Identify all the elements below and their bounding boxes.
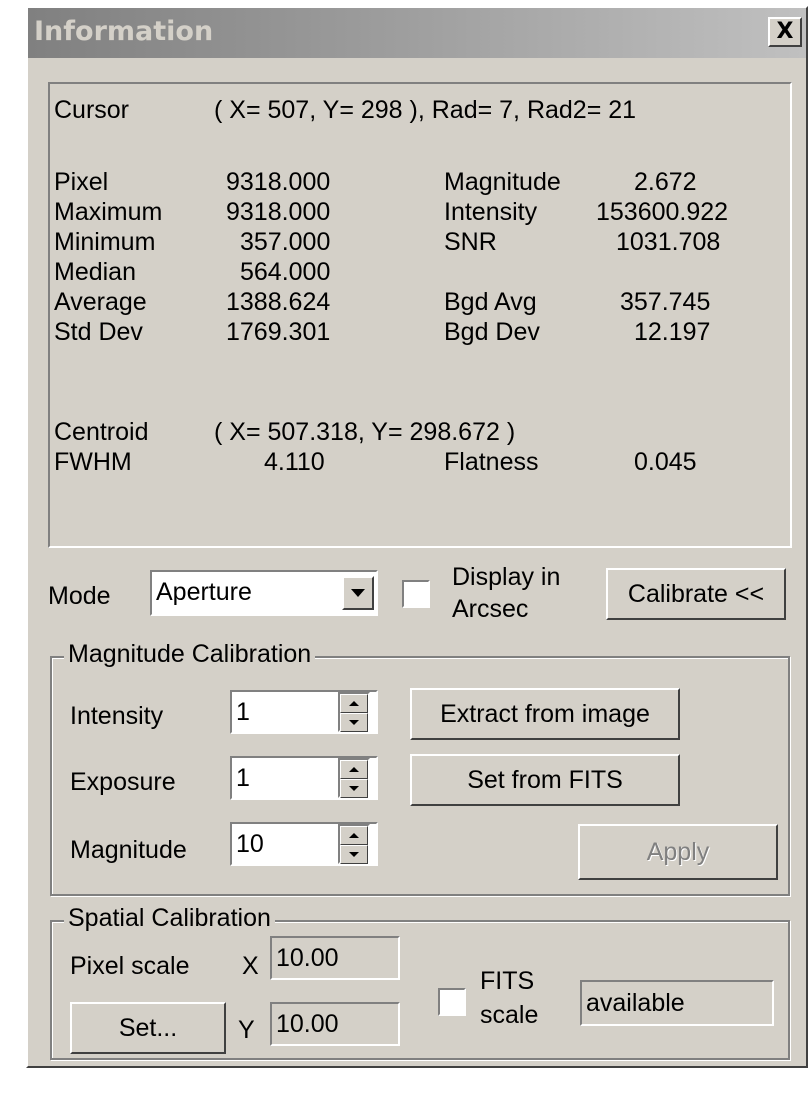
stepper-up-icon[interactable] bbox=[340, 694, 368, 713]
pixel-scale-x-field: 10.00 bbox=[270, 936, 400, 980]
bgd-avg-value: 357.745 bbox=[620, 288, 711, 316]
exposure-label: Exposure bbox=[70, 768, 176, 796]
bgd-dev-value: 12.197 bbox=[634, 318, 711, 346]
mode-select-value: Aperture bbox=[156, 578, 252, 606]
fwhm-value: 4.110 bbox=[264, 448, 325, 476]
intensity-stepper[interactable] bbox=[338, 692, 370, 732]
fits-scale-status: available bbox=[586, 989, 685, 1017]
stepper-down-icon[interactable] bbox=[340, 779, 368, 798]
mode-select[interactable]: Aperture bbox=[150, 570, 378, 616]
magnitude-value: 2.672 bbox=[634, 168, 697, 196]
average-label: Average bbox=[54, 288, 147, 316]
chevron-down-icon[interactable] bbox=[342, 576, 374, 610]
maximum-value: 9318.000 bbox=[226, 198, 331, 226]
magnitude-cal-label: Magnitude bbox=[70, 836, 187, 864]
fits-scale-label-line1: FITS bbox=[480, 967, 535, 995]
intensity-value: 153600.922 bbox=[596, 198, 729, 226]
info-readout-panel: Cursor ( X= 507, Y= 298 ), Rad= 7, Rad2=… bbox=[48, 82, 792, 548]
centroid-label: Centroid bbox=[54, 418, 149, 446]
cursor-label: Cursor bbox=[54, 96, 130, 124]
display-arcsec-label-line2: Arcsec bbox=[452, 595, 529, 623]
pixel-scale-y-value: 10.00 bbox=[276, 1010, 339, 1038]
median-label: Median bbox=[54, 258, 136, 286]
set-scale-button[interactable]: Set... bbox=[70, 1002, 226, 1054]
stepper-up-icon[interactable] bbox=[340, 826, 368, 845]
pixel-scale-y-label: Y bbox=[238, 1016, 255, 1044]
close-button[interactable]: X bbox=[768, 17, 802, 47]
pixel-scale-x-label: X bbox=[242, 952, 259, 980]
median-value: 564.000 bbox=[240, 258, 331, 286]
pixel-scale-label: Pixel scale bbox=[70, 952, 190, 980]
bgd-dev-label: Bgd Dev bbox=[444, 318, 540, 346]
snr-value: 1031.708 bbox=[616, 228, 721, 256]
magnitude-stepper[interactable] bbox=[338, 824, 370, 864]
set-from-fits-button[interactable]: Set from FITS bbox=[410, 754, 680, 806]
fits-scale-status-field: available bbox=[580, 980, 774, 1026]
minimum-label: Minimum bbox=[54, 228, 156, 256]
display-arcsec-label-line1: Display in bbox=[452, 563, 561, 591]
intensity-input-value: 1 bbox=[236, 698, 250, 726]
flatness-label: Flatness bbox=[444, 448, 539, 476]
apply-button[interactable]: Apply bbox=[578, 824, 778, 880]
magnitude-label: Magnitude bbox=[444, 168, 561, 196]
stepper-down-icon[interactable] bbox=[340, 845, 368, 864]
std-dev-value: 1769.301 bbox=[226, 318, 331, 346]
intensity-cal-label: Intensity bbox=[70, 702, 164, 730]
snr-label: SNR bbox=[444, 228, 497, 256]
maximum-label: Maximum bbox=[54, 198, 163, 226]
centroid-value: ( X= 507.318, Y= 298.672 ) bbox=[214, 418, 516, 446]
window-title: Information bbox=[34, 16, 214, 47]
mode-label: Mode bbox=[48, 582, 111, 610]
stepper-up-icon[interactable] bbox=[340, 760, 368, 779]
title-bar[interactable]: Information X bbox=[28, 8, 806, 58]
exposure-input-value: 1 bbox=[236, 764, 250, 792]
fits-scale-label-line2: scale bbox=[480, 1001, 539, 1029]
fits-scale-checkbox[interactable] bbox=[438, 988, 466, 1016]
magnitude-input-value: 10 bbox=[236, 830, 264, 858]
display-arcsec-checkbox[interactable] bbox=[402, 580, 430, 608]
information-window: Information X Cursor ( X= 507, Y= 298 ),… bbox=[26, 6, 808, 1068]
average-value: 1388.624 bbox=[226, 288, 331, 316]
spatial-calibration-title: Spatial Calibration bbox=[64, 904, 275, 932]
pixel-scale-y-field: 10.00 bbox=[270, 1002, 400, 1046]
std-dev-label: Std Dev bbox=[54, 318, 143, 346]
stepper-down-icon[interactable] bbox=[340, 713, 368, 732]
minimum-value: 357.000 bbox=[240, 228, 331, 256]
extract-from-image-button[interactable]: Extract from image bbox=[410, 688, 680, 740]
bgd-avg-label: Bgd Avg bbox=[444, 288, 537, 316]
calibrate-button[interactable]: Calibrate << bbox=[606, 568, 786, 620]
pixel-scale-x-value: 10.00 bbox=[276, 944, 339, 972]
intensity-label: Intensity bbox=[444, 198, 538, 226]
magnitude-calibration-title: Magnitude Calibration bbox=[64, 640, 316, 668]
fwhm-label: FWHM bbox=[54, 448, 132, 476]
exposure-stepper[interactable] bbox=[338, 758, 370, 798]
pixel-value: 9318.000 bbox=[226, 168, 331, 196]
pixel-label: Pixel bbox=[54, 168, 109, 196]
cursor-value: ( X= 507, Y= 298 ), Rad= 7, Rad2= 21 bbox=[214, 96, 637, 124]
flatness-value: 0.045 bbox=[634, 448, 697, 476]
